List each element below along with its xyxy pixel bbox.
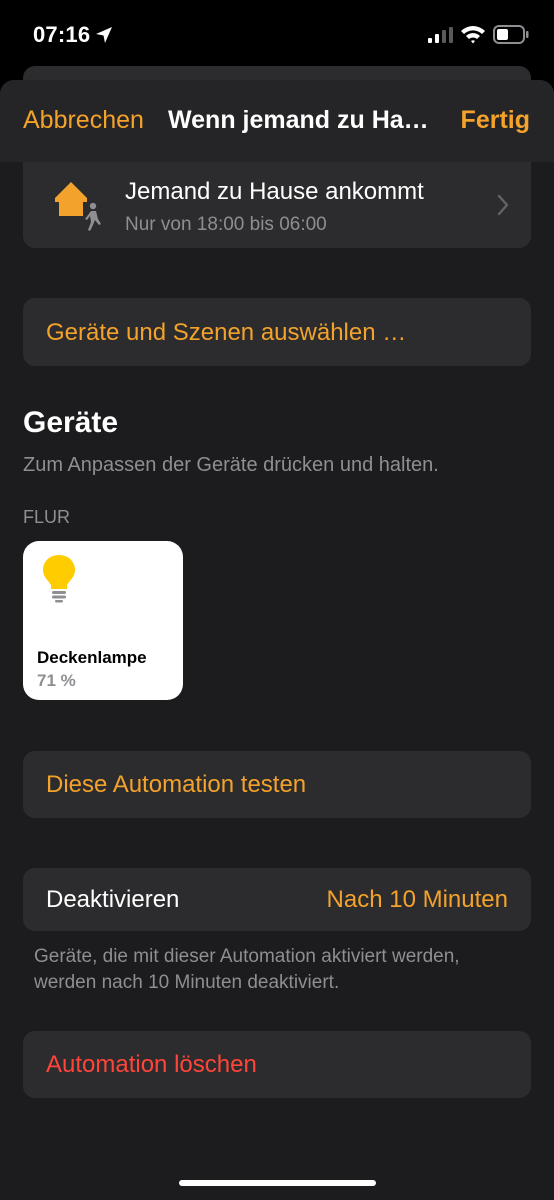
device-tile-deckenlampe[interactable]: Deckenlampe 71 % <box>23 541 183 700</box>
cancel-button[interactable]: Abbrechen <box>23 106 144 135</box>
person-arrives-home-icon <box>55 182 101 231</box>
delete-automation-label: Automation löschen <box>46 1051 257 1078</box>
lightbulb-icon <box>43 555 75 603</box>
room-label: FLUR <box>23 507 71 527</box>
device-name: Deckenlampe <box>37 648 147 667</box>
home-indicator[interactable] <box>179 1180 376 1186</box>
trigger-subtitle: Nur von 18:00 bis 06:00 <box>125 214 327 235</box>
deactivate-value: Nach 10 Minuten <box>326 886 508 913</box>
status-bar: 07:16 <box>0 0 554 70</box>
device-brightness: 71 % <box>37 671 76 690</box>
deactivate-row[interactable]: Deaktivieren Nach 10 Minuten <box>23 868 531 931</box>
devices-section-title: Geräte <box>23 406 119 439</box>
cellular-signal-icon <box>428 27 453 43</box>
devices-section-hint: Zum Anpassen der Geräte drücken und halt… <box>23 454 439 476</box>
deactivate-footnote: Geräte, die mit dieser Automation aktivi… <box>34 946 460 993</box>
select-devices-button[interactable]: Geräte und Szenen auswählen … <box>23 298 531 366</box>
trigger-title: Jemand zu Hause ankommt <box>125 178 424 205</box>
chevron-right-icon <box>497 194 509 216</box>
status-time: 07:16 <box>33 22 91 47</box>
location-arrow-icon <box>96 27 112 43</box>
test-automation-button[interactable]: Diese Automation testen <box>23 751 531 818</box>
battery-icon <box>493 25 529 44</box>
automation-sheet: Abbrechen Wenn jemand zu Ha… Fertig Jema… <box>0 80 554 1200</box>
test-automation-label: Diese Automation testen <box>46 771 307 798</box>
nav-title: Wenn jemand zu Ha… <box>168 106 429 134</box>
deactivate-label: Deaktivieren <box>46 886 180 913</box>
wifi-icon <box>461 26 485 44</box>
done-button[interactable]: Fertig <box>461 106 530 135</box>
navigation-bar: Abbrechen Wenn jemand zu Ha… Fertig <box>0 80 554 162</box>
trigger-row[interactable]: Jemand zu Hause ankommt Nur von 18:00 bi… <box>23 162 531 248</box>
delete-automation-button[interactable]: Automation löschen <box>23 1031 531 1098</box>
select-devices-label: Geräte und Szenen auswählen … <box>46 319 407 346</box>
